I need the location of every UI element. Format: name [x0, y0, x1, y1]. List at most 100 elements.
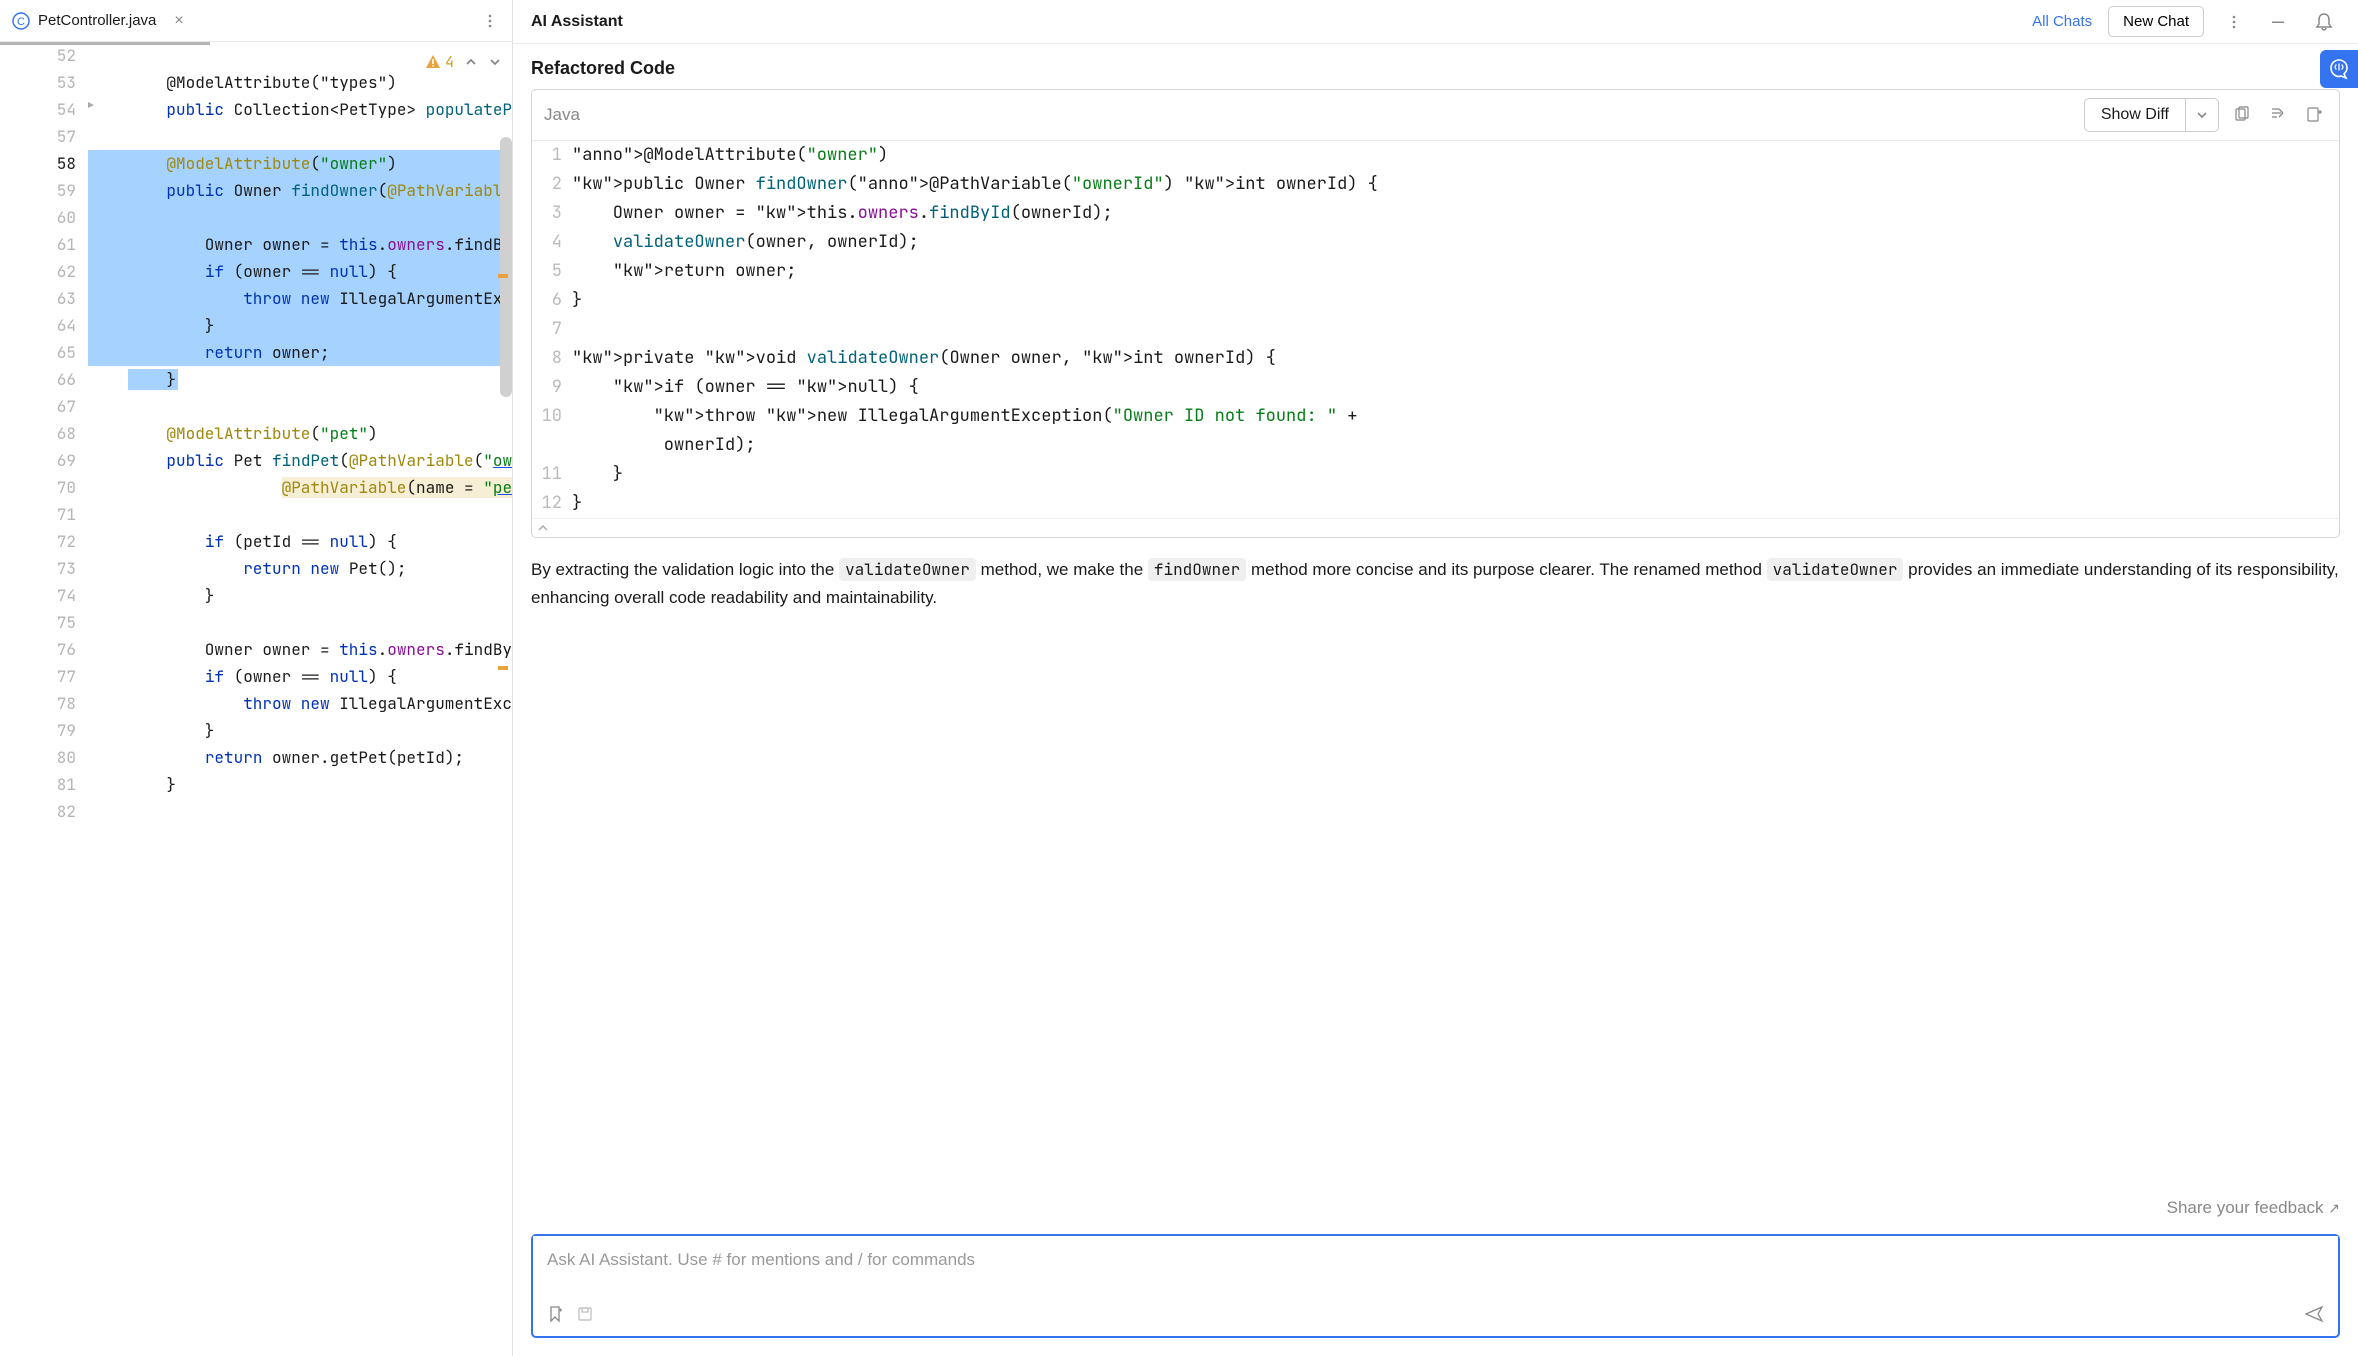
code-line[interactable]: } — [88, 771, 512, 798]
ai-code-content[interactable]: "anno">@ModelAttribute("owner")"kw">publ… — [570, 141, 2339, 518]
ai-code-line[interactable]: validateOwner(owner, ownerId); — [572, 228, 2339, 257]
code-line[interactable] — [88, 204, 512, 231]
close-icon[interactable]: × — [174, 12, 183, 30]
ai-gutter-line-number: 1 — [532, 141, 562, 170]
gutter-line-number: 79 — [0, 717, 76, 744]
ai-code-body: 123456789101112 "anno">@ModelAttribute("… — [532, 141, 2339, 518]
code-line[interactable]: public Collection<PetType> populatePetTy — [88, 96, 512, 123]
gutter-line-number: 69 — [0, 447, 76, 474]
code-line[interactable] — [88, 123, 512, 150]
all-chats-link[interactable]: All Chats — [2032, 13, 2092, 30]
code-line[interactable] — [88, 393, 512, 420]
code-line[interactable]: public Pet findPet(@PathVariable("ownerI — [88, 447, 512, 474]
gutter-line-number: 82 — [0, 798, 76, 825]
bookmark-icon[interactable] — [547, 1305, 565, 1323]
send-icon[interactable] — [2304, 1304, 2324, 1324]
code-line[interactable]: return owner.getPet(petId); — [88, 744, 512, 771]
next-issue-icon[interactable] — [488, 55, 502, 69]
ai-code-line[interactable]: } — [572, 286, 2339, 315]
code-line[interactable] — [88, 501, 512, 528]
gutter-line-number: 54 — [0, 96, 76, 123]
code-line[interactable]: throw new IllegalArgumentExcepti — [88, 690, 512, 717]
gutter-line-number: 60 — [0, 204, 76, 231]
new-chat-button[interactable]: New Chat — [2108, 6, 2204, 37]
save-icon[interactable] — [577, 1306, 593, 1322]
editor-body[interactable]: 4 52535457585960616263646566676869707172… — [0, 42, 512, 1356]
ai-gutter-line-number: 4 — [532, 228, 562, 257]
create-file-icon[interactable] — [2301, 102, 2327, 128]
code-line[interactable]: public Owner findOwner(@PathVariable("ow — [88, 177, 512, 204]
ai-gutter-line-number: 10 — [532, 402, 562, 431]
minimize-icon[interactable] — [2264, 8, 2292, 36]
ai-gutter-line-number — [532, 431, 562, 460]
code-line[interactable]: if (owner == null) { — [88, 258, 512, 285]
ai-code-line[interactable]: Owner owner = "kw">this.owners.findById(… — [572, 199, 2339, 228]
ai-input[interactable] — [533, 1236, 2338, 1298]
ai-code-line[interactable]: "kw">public Owner findOwner("anno">@Path… — [572, 170, 2339, 199]
code-line[interactable]: @ModelAttribute("pet") — [88, 420, 512, 447]
more-icon[interactable] — [2220, 8, 2248, 36]
code-line[interactable]: } — [88, 366, 512, 393]
change-marker-icon — [498, 666, 508, 670]
tab-menu-icon[interactable] — [474, 5, 506, 37]
code-line[interactable]: @ModelAttribute("owner") — [88, 150, 512, 177]
collapse-icon[interactable] — [532, 518, 2339, 537]
ai-gutter-line-number: 5 — [532, 257, 562, 286]
ai-code-line[interactable] — [572, 315, 2339, 344]
ai-code-line[interactable]: ownerId); — [572, 431, 2339, 460]
ai-code-line[interactable]: "kw">private "kw">void validateOwner(Own… — [572, 344, 2339, 373]
copy-icon[interactable] — [2229, 102, 2255, 128]
ai-assistant-badge-icon[interactable] — [2320, 50, 2358, 88]
ai-gutter-line-number: 2 — [532, 170, 562, 199]
code-line[interactable] — [88, 609, 512, 636]
code-line[interactable]: Owner owner = this.owners.findById(o — [88, 636, 512, 663]
gutter-line-number: 65 — [0, 339, 76, 366]
ai-code-line[interactable]: "anno">@ModelAttribute("owner") — [572, 141, 2339, 170]
editor-scrollbar[interactable] — [500, 137, 512, 397]
ai-code-line[interactable]: "kw">if (owner == "kw">null) { — [572, 373, 2339, 402]
ai-gutter-line-number: 3 — [532, 199, 562, 228]
ai-code-block: Java Show Diff — [531, 89, 2340, 538]
code-line[interactable]: throw new IllegalArgumentExcepti — [88, 285, 512, 312]
ai-code-line[interactable]: } — [572, 460, 2339, 489]
code-line[interactable]: } — [88, 312, 512, 339]
editor-tab[interactable]: C PetController.java × — [0, 0, 196, 41]
ai-assistant-pane: AI Assistant All Chats New Chat Refactor… — [513, 0, 2358, 1356]
external-icon: ↗ — [2328, 1200, 2340, 1216]
code-reference: validateOwner — [1767, 558, 1904, 581]
ai-gutter-line-number: 8 — [532, 344, 562, 373]
ai-gutter-line-number: 7 — [532, 315, 562, 344]
code-line[interactable]: return new Pet(); — [88, 555, 512, 582]
ai-code-gutter: 123456789101112 — [532, 141, 570, 518]
tab-label: PetController.java — [38, 12, 156, 29]
feedback-link[interactable]: Share your feedback ↗ — [513, 1182, 2358, 1228]
gutter-line-number: 77 — [0, 663, 76, 690]
prev-issue-icon[interactable] — [464, 55, 478, 69]
code-line[interactable]: } — [88, 717, 512, 744]
gutter-line-number: 76 — [0, 636, 76, 663]
code-line[interactable]: Owner owner = this.owners.findById(o — [88, 231, 512, 258]
code-area[interactable]: @ModelAttribute("types") public Collecti… — [88, 42, 512, 1356]
svg-text:C: C — [17, 16, 25, 28]
chevron-down-icon[interactable] — [2186, 102, 2218, 128]
ai-code-line[interactable]: "kw">throw "kw">new IllegalArgumentExcep… — [572, 402, 2339, 431]
show-diff-button[interactable]: Show Diff — [2084, 98, 2219, 132]
line-gutter: 5253545758596061626364656667686970717273… — [0, 42, 88, 1356]
ai-code-line[interactable]: "kw">return owner; — [572, 257, 2339, 286]
warning-icon[interactable]: 4 — [425, 52, 454, 72]
code-line[interactable]: return owner; — [88, 339, 512, 366]
code-line[interactable] — [88, 798, 512, 825]
code-line[interactable]: if (petId == null) { — [88, 528, 512, 555]
gutter-line-number: 68 — [0, 420, 76, 447]
insert-icon[interactable] — [2265, 102, 2291, 128]
code-line[interactable]: @PathVariable(name = "petId", re — [88, 474, 512, 501]
gutter-line-number: 80 — [0, 744, 76, 771]
code-line[interactable]: } — [88, 582, 512, 609]
code-line[interactable]: @ModelAttribute("types") — [88, 69, 512, 96]
change-marker-icon — [498, 274, 508, 278]
code-line[interactable]: if (owner == null) { — [88, 663, 512, 690]
ai-code-line[interactable]: } — [572, 489, 2339, 518]
bell-icon[interactable] — [2308, 6, 2340, 38]
gutter-line-number: 73 — [0, 555, 76, 582]
gutter-line-number: 75 — [0, 609, 76, 636]
